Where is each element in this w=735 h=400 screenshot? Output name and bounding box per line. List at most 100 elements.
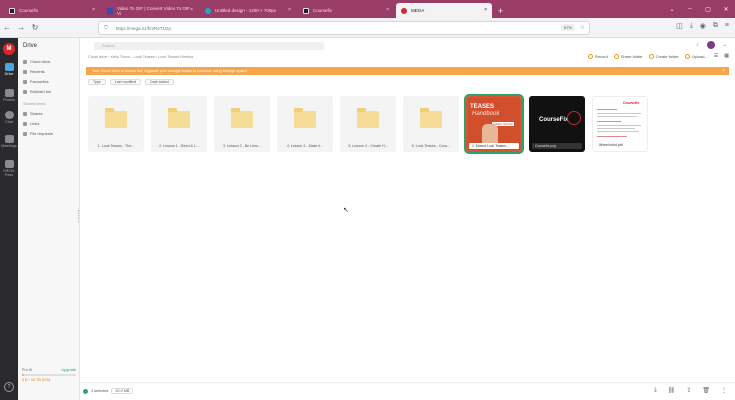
tab-label: Untitled design - 1200 × 700px xyxy=(215,8,277,13)
app-rail: M Drive Photos Chat Meetings MEGA Pass ? xyxy=(0,38,18,400)
folder-item[interactable]: 1. Look Teases - The... xyxy=(88,96,144,152)
folder-item[interactable]: 3. Lesson 2 - Be Unru... xyxy=(214,96,270,152)
browser-toolbar: ← → ↻ ⛉ https://mega.nz/fm/ReT1Gp 67% ☆ … xyxy=(0,18,735,38)
extensions-icon[interactable]: ⧉ xyxy=(713,22,718,30)
storage-bar xyxy=(22,374,76,376)
link-icon xyxy=(23,122,27,126)
filter-date-added[interactable]: Date added xyxy=(145,79,174,85)
chevron-down-icon[interactable]: ⌄ xyxy=(723,42,727,48)
browser-tab-strip: Coursefix × Video To GIF | Convert Video… xyxy=(0,0,735,18)
close-tab-icon[interactable]: × xyxy=(288,7,291,13)
create-folder-button[interactable]: Create folder xyxy=(648,53,679,59)
breadcrumb[interactable]: Cloud drive › Kelly Tfouw - Look Teases … xyxy=(88,55,193,59)
item-name: 1. Moved Look Teases... xyxy=(469,143,519,149)
rail-item-photos[interactable]: Photos xyxy=(0,89,18,102)
filter-type[interactable]: Type xyxy=(88,79,106,85)
filter-last-modified[interactable]: Last modified xyxy=(109,79,142,85)
browser-tab-active[interactable]: MEGA × xyxy=(396,3,492,18)
bookmark-star-icon[interactable]: ☆ xyxy=(580,24,585,31)
drive-sidebar: Drive Cloud drive Recents Favourites Rub… xyxy=(18,38,80,400)
pocket-icon[interactable]: ◫ xyxy=(676,22,683,30)
upgrade-link[interactable]: Upgrade xyxy=(61,368,76,372)
rail-item-meetings[interactable]: Meetings xyxy=(0,135,18,148)
search-input[interactable]: Search xyxy=(94,42,324,50)
file-item[interactable]: Coursefix Wheel mind.pdf xyxy=(592,96,648,152)
sidebar-item-recents[interactable]: Recents xyxy=(23,69,45,74)
browser-tab[interactable]: Untitled design - 1200 × 700px × xyxy=(200,3,296,18)
storage-meter: Pro III Upgrade 0 B / 16 TB (0%) xyxy=(22,368,76,382)
record-icon xyxy=(587,53,593,59)
close-tab-icon[interactable]: × xyxy=(386,7,389,13)
upload-icon xyxy=(684,53,690,59)
browser-tab[interactable]: Video To GIF | Convert Video To GIF Vi × xyxy=(102,3,198,18)
sidebar-item-label: Rubbish bin xyxy=(30,89,52,94)
avatar[interactable] xyxy=(706,41,715,49)
folder-item[interactable]: 6. Look Teases - Conc... xyxy=(403,96,459,152)
close-window-icon[interactable]: ✕ xyxy=(717,6,735,13)
pass-icon xyxy=(4,160,14,168)
back-icon[interactable]: ← xyxy=(0,23,14,32)
folder-item[interactable]: 5. Lesson 4 - Create H... xyxy=(340,96,396,152)
folder-icon xyxy=(357,108,379,128)
video-to-gif-favicon-icon xyxy=(107,7,113,14)
rail-item-label: Chat xyxy=(4,120,14,124)
minimize-icon[interactable]: – xyxy=(681,6,699,12)
record-button[interactable]: Record xyxy=(587,53,608,59)
grid-view-icon[interactable]: ▦ xyxy=(724,53,729,59)
forward-icon[interactable]: → xyxy=(14,23,28,32)
account-icon[interactable]: ◉ xyxy=(700,22,706,30)
toolbar-right-icons: ◫ ⤓ ◉ ⧉ ≡ xyxy=(676,22,729,30)
sidebar-item-label: Cloud drive xyxy=(30,59,51,64)
help-icon[interactable]: ? xyxy=(4,382,14,392)
sidebar-item-file-requests[interactable]: File requests xyxy=(23,131,53,136)
browser-tab[interactable]: Coursefix × xyxy=(298,3,394,18)
maximize-icon[interactable]: ▢ xyxy=(699,6,717,13)
tab-list-icon[interactable]: ⌄ xyxy=(663,6,681,13)
rail-item-drive[interactable]: Drive xyxy=(0,63,18,76)
share-folder-button[interactable]: Share folder xyxy=(613,53,643,59)
selection-info: 1 selected 20.0 MB xyxy=(83,388,134,394)
reload-icon[interactable]: ↻ xyxy=(28,23,42,32)
share-icon[interactable]: ⇪ xyxy=(686,387,691,394)
folder-icon xyxy=(420,108,442,128)
drive-icon xyxy=(4,63,14,71)
folder-item[interactable]: 2. Lesson 1 - Reed & L... xyxy=(151,96,207,152)
file-item[interactable]: CourseFix Coursefix.png xyxy=(529,96,585,152)
tab-label: Video To GIF | Convert Video To GIF Vi xyxy=(117,5,190,16)
download-icon[interactable]: ⤓ xyxy=(654,387,657,394)
bell-icon[interactable]: ♪ xyxy=(696,42,699,48)
link-icon[interactable]: ⛓ xyxy=(668,387,676,394)
tab-label: Coursefix xyxy=(19,8,39,13)
address-bar[interactable]: ⛉ https://mega.nz/fm/ReT1Gp 67% ☆ xyxy=(98,21,590,35)
new-tab-button[interactable]: + xyxy=(498,6,503,16)
coursefix-favicon-icon xyxy=(9,7,15,14)
trash-icon[interactable]: 🗑 xyxy=(702,387,710,394)
close-icon[interactable]: × xyxy=(722,67,725,75)
sidebar-item-label: Links xyxy=(30,121,40,126)
folder-icon xyxy=(294,108,316,128)
upload-button[interactable]: Upload... xyxy=(684,53,708,59)
sidebar-item-cloud-drive[interactable]: Cloud drive xyxy=(23,59,51,64)
meetings-icon xyxy=(4,135,14,143)
rail-item-mega-pass[interactable]: MEGA Pass xyxy=(0,160,18,177)
sidebar-item-favourites[interactable]: Favourites xyxy=(23,79,49,84)
sidebar-item-shares[interactable]: Shares xyxy=(23,111,43,116)
sidebar-item-label: Recents xyxy=(30,69,45,74)
file-item-selected[interactable]: TEASES Handbook VIDEO SHOW 1. Moved Look… xyxy=(464,94,524,154)
close-tab-icon[interactable]: × xyxy=(190,7,193,13)
more-icon[interactable]: ⋮ xyxy=(721,387,727,394)
sidebar-item-rubbish-bin[interactable]: Rubbish bin xyxy=(23,89,52,94)
list-view-icon[interactable]: ☰ xyxy=(714,53,718,59)
browser-tab[interactable]: Coursefix × xyxy=(4,3,100,18)
menu-icon[interactable]: ≡ xyxy=(725,22,729,30)
sidebar-item-links[interactable]: Links xyxy=(23,121,40,126)
zoom-level[interactable]: 67% xyxy=(560,24,575,31)
storage-warning-banner: Your Cloud drive is almost full. Upgrade… xyxy=(86,67,729,75)
close-tab-icon[interactable]: × xyxy=(92,7,95,13)
mega-logo-icon[interactable]: M xyxy=(3,43,15,55)
download-icon[interactable]: ⤓ xyxy=(690,22,693,30)
close-tab-icon[interactable]: × xyxy=(484,7,487,13)
folder-item[interactable]: 4. Lesson 3 - Make it... xyxy=(277,96,333,152)
rail-item-chat[interactable]: Chat xyxy=(0,111,18,124)
sidebar-item-label: Shares xyxy=(30,111,43,116)
